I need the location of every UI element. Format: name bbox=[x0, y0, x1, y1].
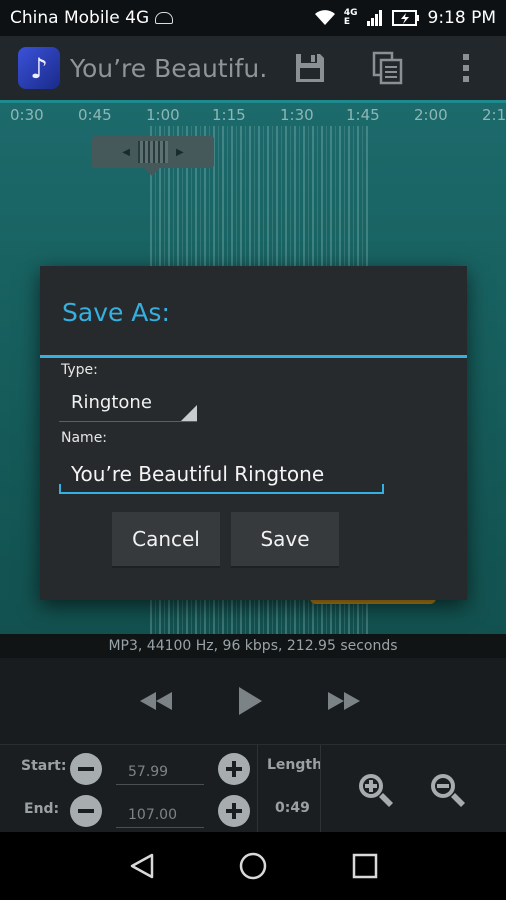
play-button[interactable] bbox=[230, 684, 270, 718]
zoom-out-icon bbox=[431, 774, 465, 807]
file-info: MP3, 44100 Hz, 96 kbps, 212.95 seconds bbox=[0, 634, 506, 658]
timeline-tick: 0:30 bbox=[10, 106, 44, 124]
timeline-tick: 0:45 bbox=[78, 106, 112, 124]
home-button[interactable] bbox=[237, 850, 269, 882]
recents-icon bbox=[352, 853, 378, 879]
zoom-in-icon bbox=[359, 774, 393, 807]
start-decrease-button[interactable] bbox=[70, 753, 102, 785]
save-icon[interactable] bbox=[292, 50, 328, 86]
overflow-menu-icon[interactable] bbox=[448, 50, 484, 86]
timeline-tick: 1:30 bbox=[280, 106, 314, 124]
network-type-badge: 4G E bbox=[343, 8, 358, 27]
carrier-name: China Mobile 4G bbox=[10, 8, 150, 28]
plus-icon bbox=[226, 803, 242, 819]
status-icons: 4G E 9:18 PM bbox=[314, 8, 496, 28]
length-label: Length bbox=[267, 757, 323, 773]
rewind-icon bbox=[140, 692, 172, 710]
start-marker-handle[interactable]: ◀ ▶ bbox=[92, 136, 214, 168]
transport-controls bbox=[0, 658, 506, 744]
waveform-divider bbox=[0, 100, 506, 103]
timeline-tick: 1:15 bbox=[212, 106, 246, 124]
controls-divider bbox=[257, 745, 258, 833]
zoom-in-button[interactable] bbox=[356, 771, 396, 815]
zoom-out-button[interactable] bbox=[428, 771, 468, 815]
minus-icon bbox=[78, 767, 94, 771]
music-note-icon: ♪ bbox=[18, 47, 60, 89]
end-increase-button[interactable] bbox=[218, 795, 250, 827]
field-edge bbox=[59, 484, 61, 492]
start-marker-pointer bbox=[144, 168, 160, 176]
minus-icon bbox=[78, 809, 94, 813]
save-button[interactable]: Save bbox=[231, 512, 339, 568]
name-field[interactable]: You’re Beautiful Ringtone bbox=[59, 454, 384, 494]
play-icon bbox=[239, 687, 262, 715]
plus-icon bbox=[226, 761, 242, 777]
timeline-tick: 2:1 bbox=[482, 106, 506, 124]
rewind-button[interactable] bbox=[136, 684, 176, 718]
back-button[interactable] bbox=[126, 850, 158, 882]
dropdown-arrow-icon bbox=[181, 405, 197, 421]
start-increase-button[interactable] bbox=[218, 753, 250, 785]
end-decrease-button[interactable] bbox=[70, 795, 102, 827]
fast-forward-icon bbox=[328, 692, 360, 710]
back-icon bbox=[130, 853, 154, 879]
type-dropdown-value: Ringtone bbox=[71, 392, 152, 413]
length-value: 0:49 bbox=[275, 800, 310, 816]
end-time-field[interactable]: 107.00 bbox=[116, 802, 204, 828]
grip-icon bbox=[138, 141, 168, 163]
save-as-dialog: Save As: Type: Ringtone Name: You’re Bea… bbox=[40, 266, 467, 600]
copy-icon[interactable] bbox=[370, 50, 406, 86]
chevron-right-icon: ▶ bbox=[176, 146, 184, 158]
end-label: End: bbox=[24, 801, 60, 817]
recents-button[interactable] bbox=[349, 850, 381, 882]
dialog-title-divider bbox=[40, 355, 467, 358]
start-label: Start: bbox=[21, 758, 67, 774]
wifi-icon bbox=[314, 10, 335, 25]
field-edge bbox=[382, 484, 384, 492]
dialog-title: Save As: bbox=[62, 298, 170, 327]
home-icon bbox=[239, 852, 267, 880]
type-label: Type: bbox=[61, 362, 98, 378]
start-time-field[interactable]: 57.99 bbox=[116, 759, 204, 785]
signal-icon bbox=[366, 10, 382, 26]
timeline-tick: 1:00 bbox=[146, 106, 180, 124]
name-label: Name: bbox=[61, 430, 108, 446]
action-bar: ♪ You’re Beautifu… bbox=[0, 36, 506, 100]
timeline-tick: 2:00 bbox=[414, 106, 448, 124]
name-field-value: You’re Beautiful Ringtone bbox=[71, 462, 325, 486]
battery-charging-icon bbox=[391, 10, 419, 26]
clock: 9:18 PM bbox=[427, 8, 497, 28]
navigation-bar bbox=[0, 832, 506, 900]
timeline-tick: 1:45 bbox=[346, 106, 380, 124]
timeline-ruler: 0:30 0:45 1:00 1:15 1:30 1:45 2:00 2:1 bbox=[0, 104, 506, 126]
fast-forward-button[interactable] bbox=[324, 684, 364, 718]
page-title: You’re Beautifu… bbox=[70, 53, 270, 83]
status-bar: China Mobile 4G 4G E 9:18 PM bbox=[0, 0, 506, 36]
type-dropdown[interactable]: Ringtone bbox=[59, 386, 197, 422]
edit-controls: Start: 57.99 End: 107.00 Length 0:49 bbox=[0, 744, 506, 833]
android-icon bbox=[155, 12, 174, 24]
chevron-left-icon: ◀ bbox=[122, 146, 130, 158]
cancel-button[interactable]: Cancel bbox=[112, 512, 220, 568]
controls-divider bbox=[320, 745, 321, 833]
